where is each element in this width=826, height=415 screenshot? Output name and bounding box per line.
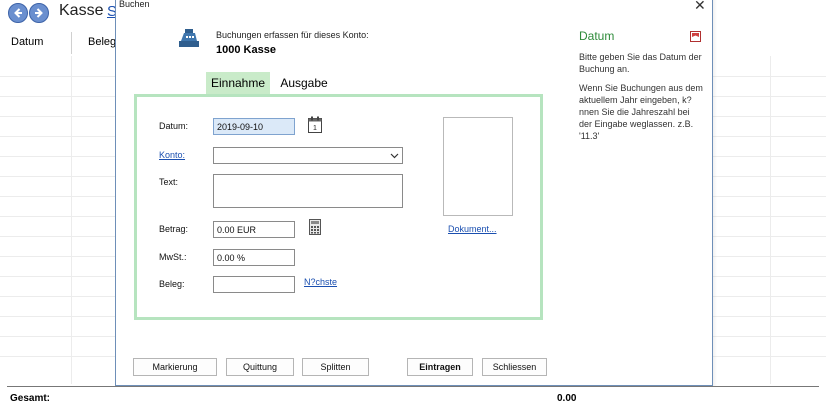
text-label: Text: bbox=[159, 177, 179, 187]
column-header-datum[interactable]: Datum bbox=[11, 36, 43, 48]
betrag-input[interactable]: 0.00 EUR bbox=[213, 221, 295, 238]
main-window-title: Kasse bbox=[59, 2, 104, 19]
dialog-title: Buchen bbox=[119, 0, 150, 9]
mwst-label: MwSt.: bbox=[159, 252, 187, 262]
datum-label: Datum: bbox=[159, 121, 189, 131]
total-label: Gesamt: bbox=[10, 393, 51, 404]
tab-ausgabe[interactable]: Ausgabe bbox=[276, 72, 332, 94]
column-divider bbox=[71, 32, 72, 54]
svg-text:1: 1 bbox=[313, 125, 317, 132]
account-name: 1000 Kasse bbox=[216, 44, 276, 56]
next-number-link[interactable]: N?chste bbox=[304, 277, 337, 287]
total-separator bbox=[7, 386, 819, 387]
konto-combobox[interactable] bbox=[213, 147, 403, 164]
text-input[interactable] bbox=[213, 174, 403, 208]
help-paragraph-2: Wenn Sie Buchungen aus dem aktuellem Jah… bbox=[579, 83, 703, 141]
calendar-icon[interactable]: 1 bbox=[308, 116, 322, 138]
konto-label-link[interactable]: Konto: bbox=[159, 150, 185, 160]
schliessen-button[interactable]: Schliessen bbox=[482, 358, 547, 376]
eintragen-button[interactable]: Eintragen bbox=[407, 358, 473, 376]
total-value: 0.00 bbox=[557, 393, 577, 404]
column-header-beleg[interactable]: Beleg bbox=[88, 36, 116, 48]
help-bookmark-icon[interactable] bbox=[690, 29, 701, 47]
cash-register-icon bbox=[178, 28, 200, 53]
document-link[interactable]: Dokument... bbox=[448, 224, 497, 234]
booking-form-panel: Datum: 2019-09-10 1 Konto: Text: Betrag:… bbox=[134, 94, 543, 320]
forward-arrow-icon[interactable] bbox=[29, 3, 49, 23]
dialog-shadow bbox=[713, 0, 717, 386]
close-icon[interactable]: ✕ bbox=[694, 0, 706, 14]
quittung-button[interactable]: Quittung bbox=[226, 358, 294, 376]
splitten-button[interactable]: Splitten bbox=[302, 358, 369, 376]
beleg-label: Beleg: bbox=[159, 279, 185, 289]
help-title: Datum bbox=[579, 29, 615, 43]
tab-einnahme[interactable]: Einnahme bbox=[206, 72, 270, 94]
beleg-input[interactable] bbox=[213, 276, 295, 293]
chevron-down-icon[interactable] bbox=[390, 151, 399, 162]
datum-input[interactable]: 2019-09-10 bbox=[213, 118, 295, 135]
betrag-label: Betrag: bbox=[159, 224, 189, 234]
calculator-icon[interactable] bbox=[309, 219, 321, 240]
markierung-button[interactable]: Markierung bbox=[133, 358, 217, 376]
mwst-input[interactable]: 0.00 % bbox=[213, 249, 295, 266]
account-caption: Buchungen erfassen für dieses Konto: bbox=[216, 30, 369, 40]
help-paragraph-1: Bitte geben Sie das Datum der Buchung an… bbox=[579, 52, 702, 74]
back-arrow-icon[interactable] bbox=[8, 3, 28, 23]
document-preview[interactable] bbox=[443, 117, 513, 216]
